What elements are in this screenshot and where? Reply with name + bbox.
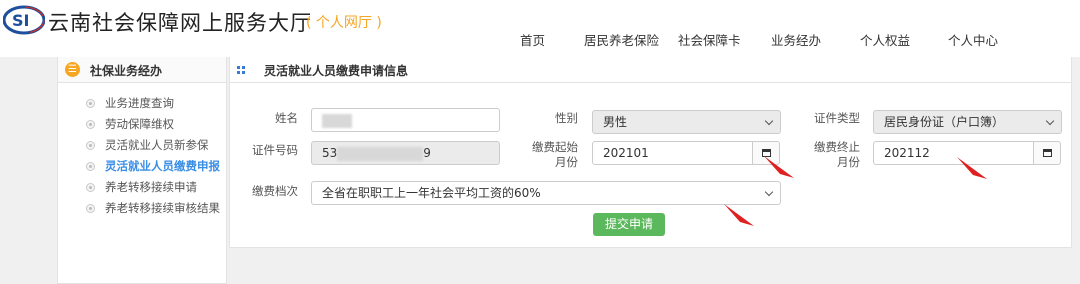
panel-header: 灵活就业人员缴费申请信息	[230, 57, 1071, 83]
site-subtitle: ( 个人网厅 )	[306, 15, 382, 31]
radio-dot-icon	[86, 99, 95, 108]
start-month-field[interactable]: 202101	[592, 141, 753, 165]
grid-icon	[237, 66, 245, 74]
id-type-label: 证件类型	[814, 111, 860, 125]
name-label: 姓名	[275, 111, 298, 125]
nav-personal-center[interactable]: 个人中心	[948, 30, 998, 50]
radio-dot-icon	[86, 183, 95, 192]
sidebar-header: ☰ 社保业务经办	[58, 57, 226, 83]
logo-text: SI	[12, 11, 29, 30]
end-calendar-button[interactable]	[1033, 141, 1061, 165]
submit-button[interactable]: 提交申请	[593, 213, 665, 236]
nav-resident-pension[interactable]: 居民养老保险	[584, 30, 659, 50]
sidebar-title: 社保业务经办	[90, 64, 163, 78]
radio-dot-icon	[86, 141, 95, 150]
sidebar-item-label: 养老转移接续审核结果	[105, 201, 220, 215]
payment-grade-select[interactable]: 全省在职职工上一年社会平均工资的60%	[311, 181, 781, 205]
sidebar-item-label: 灵活就业人员新参保	[105, 138, 209, 152]
radio-dot-icon	[86, 120, 95, 129]
id-type-select[interactable]: 居民身份证（户口簿）	[873, 110, 1062, 134]
end-month-label: 缴费终止月份	[814, 140, 860, 169]
id-number-prefix: 53	[322, 146, 338, 160]
radio-dot-icon	[86, 204, 95, 213]
id-number-label: 证件号码	[252, 143, 298, 157]
list-icon: ☰	[65, 62, 80, 77]
sidebar-item-label: 养老转移接续申请	[105, 180, 197, 194]
redacted-id-number	[337, 146, 424, 161]
nav-social-security-card[interactable]: 社会保障卡	[678, 30, 741, 50]
name-field[interactable]	[311, 108, 500, 132]
nav-personal-rights[interactable]: 个人权益	[860, 30, 910, 50]
id-number-suffix: 9	[423, 146, 431, 160]
id-number-field[interactable]: 53 9	[311, 141, 500, 165]
page-margin	[0, 57, 57, 284]
redacted-name	[322, 113, 352, 128]
annotation-arrow-end	[957, 157, 987, 179]
start-month-label: 缴费起始月份	[532, 140, 578, 169]
panel-title: 灵活就业人员缴费申请信息	[264, 64, 409, 78]
radio-dot-icon	[86, 162, 95, 171]
si-logo-icon: SI	[3, 5, 45, 35]
application-panel: 灵活就业人员缴费申请信息 姓名 性别 男性 证件类型 居民身份证（户口簿） 证件…	[229, 57, 1072, 248]
gender-label: 性别	[555, 111, 578, 125]
header: SI 云南社会保障网上服务大厅 ( 个人网厅 ) 首页 居民养老保险 社会保障卡…	[0, 0, 1080, 57]
annotation-arrow-grade	[724, 204, 754, 226]
calendar-icon	[1043, 149, 1052, 157]
annotation-arrow-start	[764, 156, 794, 178]
sidebar: ☰ 社保业务经办 业务进度查询 劳动保障维权 灵活就业人员新参保 灵活就业人员缴…	[57, 57, 227, 284]
gender-select[interactable]: 男性	[592, 110, 781, 134]
sidebar-item-label: 业务进度查询	[105, 96, 174, 110]
site-title: 云南社会保障网上服务大厅	[48, 11, 312, 35]
sidebar-item-label: 灵活就业人员缴费申报	[105, 159, 220, 173]
payment-grade-label: 缴费档次	[252, 184, 298, 198]
nav-home[interactable]: 首页	[520, 30, 545, 50]
sidebar-item-label: 劳动保障维权	[105, 117, 174, 131]
nav-business-handling[interactable]: 业务经办	[771, 30, 821, 50]
